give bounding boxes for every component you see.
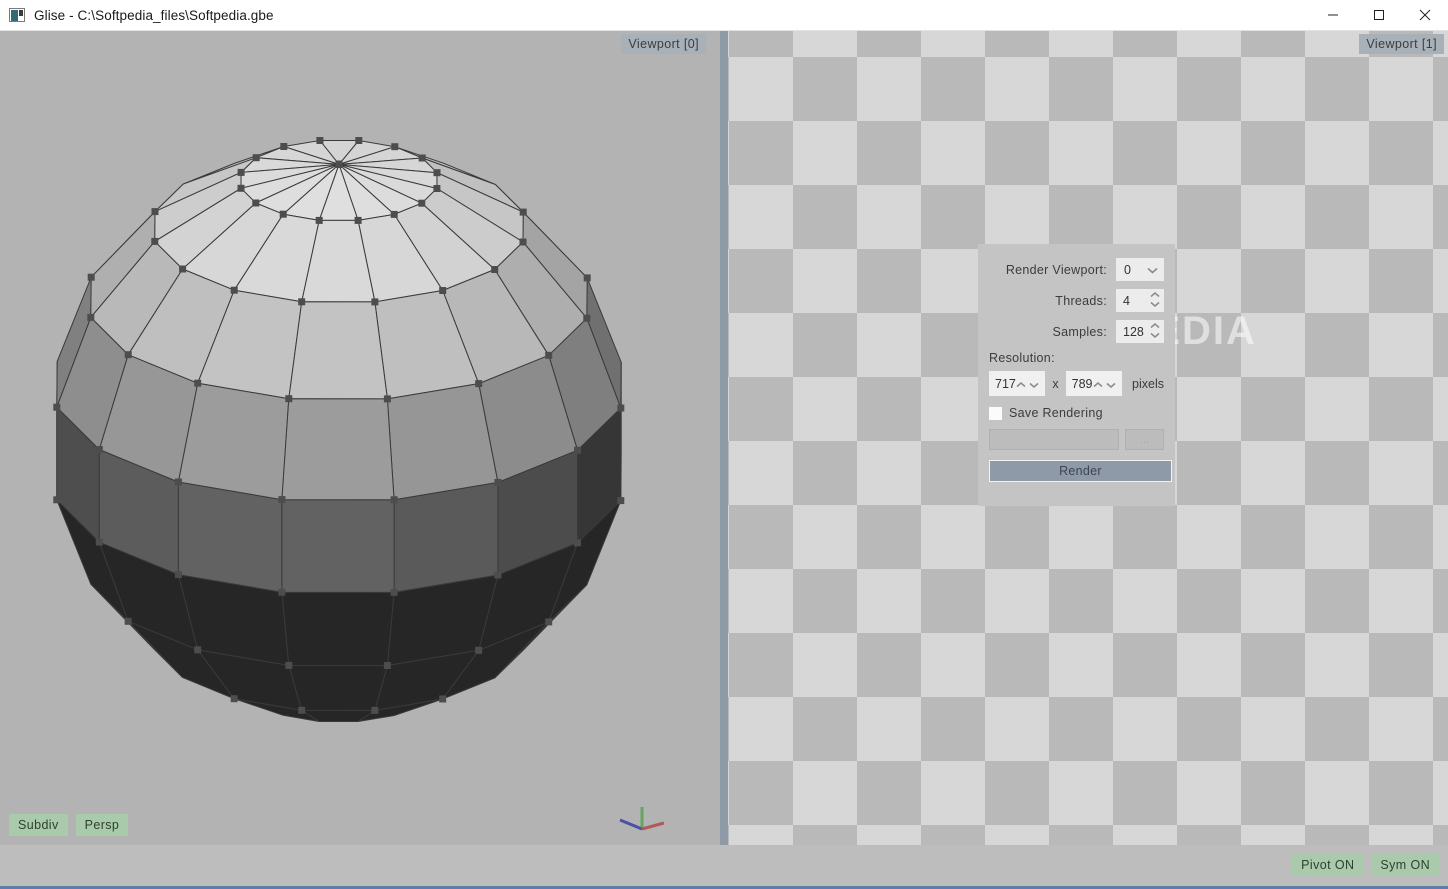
viewport-splitter[interactable] <box>720 31 728 845</box>
resolution-height-stepper[interactable]: 789 <box>1065 371 1123 396</box>
minimize-icon[interactable] <box>1310 0 1356 31</box>
threads-stepper[interactable]: 4 <box>1116 289 1164 312</box>
resolution-row: 717 x 789 pixels <box>989 371 1164 396</box>
resolution-height-value: 789 <box>1071 376 1093 391</box>
render-settings-dialog: Render Viewport: 0 Threads: 4 Samples: 1… <box>978 244 1175 506</box>
viewport-0-tags: Subdiv Persp <box>9 814 129 836</box>
resolution-width-stepper[interactable]: 717 <box>989 371 1046 396</box>
maximize-icon[interactable] <box>1356 0 1402 31</box>
samples-label: Samples: <box>1052 324 1107 339</box>
axis-gizmo-icon <box>614 799 670 845</box>
output-path-row: ... <box>989 429 1164 450</box>
samples-row: Samples: 128 <box>989 320 1164 343</box>
sym-toggle[interactable]: Sym ON <box>1371 854 1439 876</box>
samples-value: 128 <box>1123 324 1144 339</box>
application-window: Glise - C:\Softpedia_files\Softpedia.gbe… <box>0 0 1448 889</box>
workspace: Viewport [0] Subdiv Persp Viewport [1] R… <box>0 31 1448 845</box>
render-viewport-label: Render Viewport: <box>1005 262 1107 277</box>
save-rendering-row: Save Rendering <box>989 406 1164 420</box>
save-rendering-label: Save Rendering <box>1009 406 1103 420</box>
stepper-arrows-icon[interactable] <box>1150 323 1160 338</box>
subdiv-toggle[interactable]: Subdiv <box>9 814 68 836</box>
resolution-width-value: 717 <box>995 376 1016 391</box>
window-controls <box>1310 0 1448 31</box>
app-icon <box>9 8 25 22</box>
output-path-input[interactable] <box>989 429 1119 450</box>
title-bar: Glise - C:\Softpedia_files\Softpedia.gbe <box>0 0 1448 31</box>
save-rendering-checkbox[interactable] <box>989 406 1002 420</box>
render-button[interactable]: Render <box>989 460 1172 482</box>
pivot-toggle[interactable]: Pivot ON <box>1292 854 1364 876</box>
render-viewport-row: Render Viewport: 0 <box>989 258 1164 281</box>
viewport-1-label: Viewport [1] <box>1359 34 1444 54</box>
render-viewport-value: 0 <box>1124 262 1131 277</box>
samples-stepper[interactable]: 128 <box>1116 320 1164 343</box>
stepper-arrows-icon[interactable] <box>1016 377 1039 391</box>
threads-row: Threads: 4 <box>989 289 1164 312</box>
viewport-0-label: Viewport [0] <box>621 34 706 54</box>
status-bar-tags: Pivot ON Sym ON <box>1292 854 1439 876</box>
resolution-label: Resolution: <box>989 351 1055 365</box>
status-bar: Pivot ON Sym ON <box>0 845 1448 889</box>
persp-toggle[interactable]: Persp <box>75 814 129 836</box>
close-icon[interactable] <box>1402 0 1448 31</box>
browse-button[interactable]: ... <box>1125 429 1164 450</box>
resolution-units: pixels <box>1132 376 1164 391</box>
threads-label: Threads: <box>1055 293 1107 308</box>
viewport-0[interactable]: Viewport [0] Subdiv Persp <box>0 31 720 845</box>
uv-sphere-mesh[interactable] <box>34 126 644 736</box>
chevron-down-icon <box>1147 263 1158 277</box>
stepper-arrows-icon[interactable] <box>1150 292 1160 307</box>
render-viewport-select[interactable]: 0 <box>1116 258 1164 281</box>
threads-value: 4 <box>1123 293 1130 308</box>
resolution-separator: x <box>1052 376 1059 391</box>
window-title: Glise - C:\Softpedia_files\Softpedia.gbe <box>34 7 274 23</box>
stepper-arrows-icon[interactable] <box>1093 377 1116 391</box>
